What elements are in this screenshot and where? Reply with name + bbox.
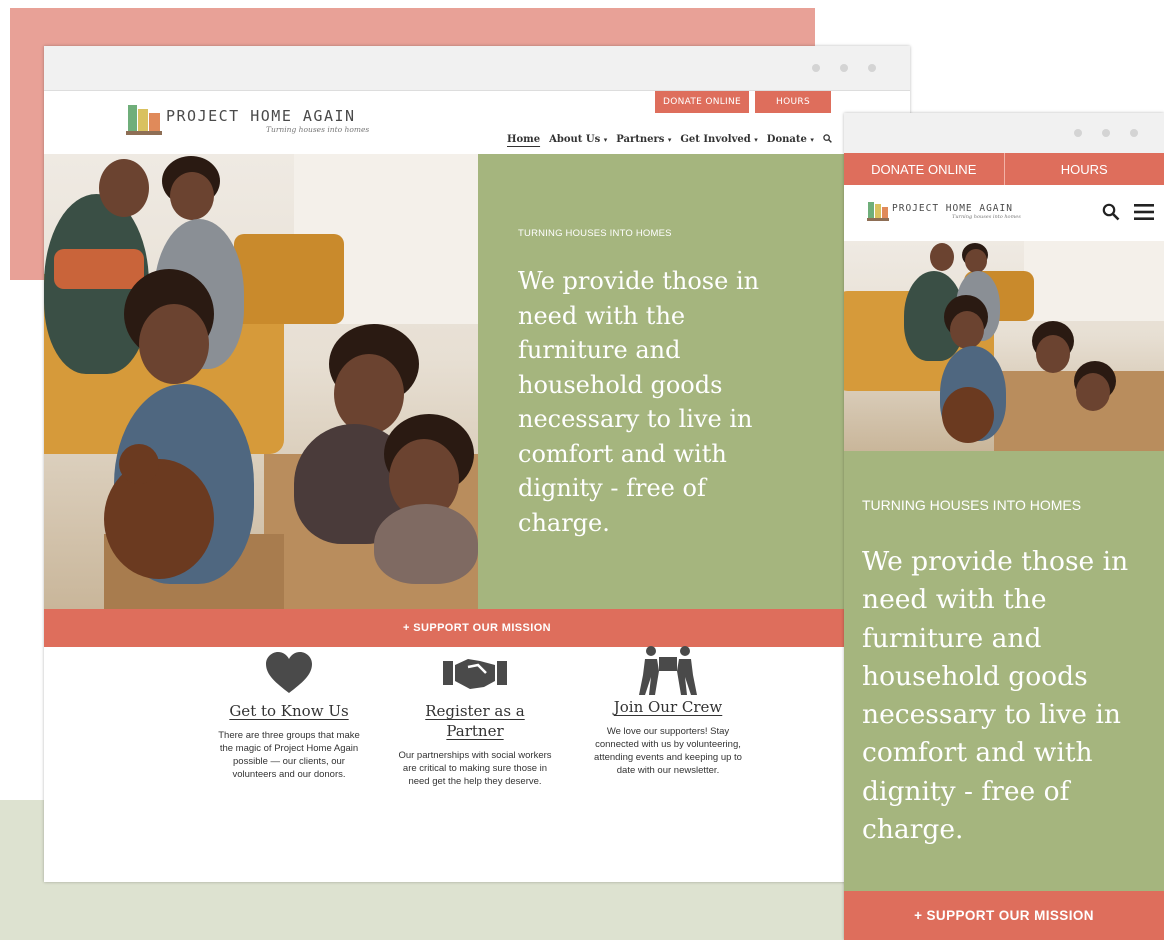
mobile-mission-panel: TURNING HOUSES INTO HOMES We provide tho… (844, 451, 1164, 891)
desktop-browser-mockup: PROJECT HOME AGAIN Turning houses into h… (44, 46, 910, 882)
window-dot-icon (840, 64, 848, 72)
logo-wordmark: PROJECT HOME AGAIN (166, 106, 356, 125)
nav-item-about-us[interactable]: About Us ▾ (549, 134, 607, 146)
chevron-down-icon: ▾ (667, 135, 672, 144)
search-icon[interactable] (1102, 203, 1120, 225)
chevron-down-icon: ▾ (754, 135, 758, 144)
donate-online-button[interactable]: DONATE ONLINE (844, 153, 1004, 185)
feature-get-to-know-us: Get to Know Us There are three groups th… (214, 651, 364, 781)
mobile-hero-photo (844, 241, 1164, 451)
feature-title[interactable]: Register as a Partner (398, 701, 552, 741)
donate-online-button[interactable]: DONATE ONLINE (655, 91, 749, 113)
window-dot-icon (1102, 129, 1110, 137)
browser-chrome (44, 46, 910, 91)
feature-register-partner: Register as a Partner Our partnerships w… (398, 651, 552, 788)
nav-item-partners[interactable]: Partners ▾ (616, 134, 671, 146)
chevron-down-icon: ▾ (810, 135, 814, 144)
window-dot-icon (812, 64, 820, 72)
window-dot-icon (1130, 129, 1138, 137)
window-dot-icon (1074, 129, 1082, 137)
hours-button[interactable]: HOURS (1003, 153, 1164, 185)
feature-text: Our partnerships with social workers are… (398, 750, 552, 787)
logo-furniture-icon (124, 101, 164, 139)
hero-headline: We provide those in need with the furnit… (518, 267, 760, 537)
window-dot-icon (868, 64, 876, 72)
site-logo[interactable]: PROJECT HOME AGAIN Turning houses into h… (866, 199, 1021, 223)
logo-tagline: Turning houses into homes (952, 213, 1021, 220)
handshake-icon (440, 651, 510, 695)
logo-tagline: Turning houses into homes (266, 124, 370, 134)
hamburger-menu-icon[interactable] (1134, 203, 1154, 225)
feature-title[interactable]: Get to Know Us (214, 701, 364, 721)
site-logo[interactable]: PROJECT HOME AGAIN Turning houses into h… (124, 101, 369, 139)
hours-button[interactable]: HOURS (755, 91, 831, 113)
mobile-top-buttons: DONATE ONLINE HOURS (844, 153, 1164, 185)
hero-headline: We provide those in need with the furnit… (862, 546, 1129, 846)
hero-eyebrow: TURNING HOUSES INTO HOMES (862, 497, 1082, 513)
mobile-browser-mockup: DONATE ONLINE HOURS PROJECT HOME AGAIN T… (844, 113, 1164, 940)
feature-text: We love our supporters! Stay connected w… (594, 726, 742, 776)
hero-family-photo (44, 154, 478, 609)
mobile-browser-chrome (844, 113, 1164, 153)
heart-icon (264, 651, 314, 695)
site-header: PROJECT HOME AGAIN Turning houses into h… (44, 91, 910, 155)
feature-text: There are three groups that make the mag… (218, 730, 360, 780)
chevron-down-icon: ▾ (603, 135, 608, 144)
nav-item-get-involved[interactable]: Get Involved ▾ (680, 134, 757, 146)
logo-furniture-icon (866, 199, 890, 223)
hero-eyebrow: TURNING HOUSES INTO HOMES (518, 228, 672, 239)
mobile-site-header: PROJECT HOME AGAIN Turning houses into h… (844, 185, 1164, 241)
nav-item-home[interactable]: Home (507, 134, 540, 146)
nav-item-donate[interactable]: Donate ▾ (767, 134, 814, 146)
search-icon[interactable] (823, 134, 832, 146)
support-mission-button[interactable]: + SUPPORT OUR MISSION (844, 891, 1164, 940)
movers-icon (633, 645, 703, 697)
main-nav: Home About Us ▾ Partners ▾ Get Involved … (507, 134, 832, 146)
logo-wordmark: PROJECT HOME AGAIN (892, 202, 1013, 214)
feature-join-crew: Join Our Crew We love our supporters! St… (592, 646, 744, 777)
support-mission-button[interactable]: + SUPPORT OUR MISSION (44, 609, 910, 647)
feature-title[interactable]: Join Our Crew (592, 697, 744, 717)
hero-section: TURNING HOUSES INTO HOMES We provide tho… (44, 154, 910, 609)
